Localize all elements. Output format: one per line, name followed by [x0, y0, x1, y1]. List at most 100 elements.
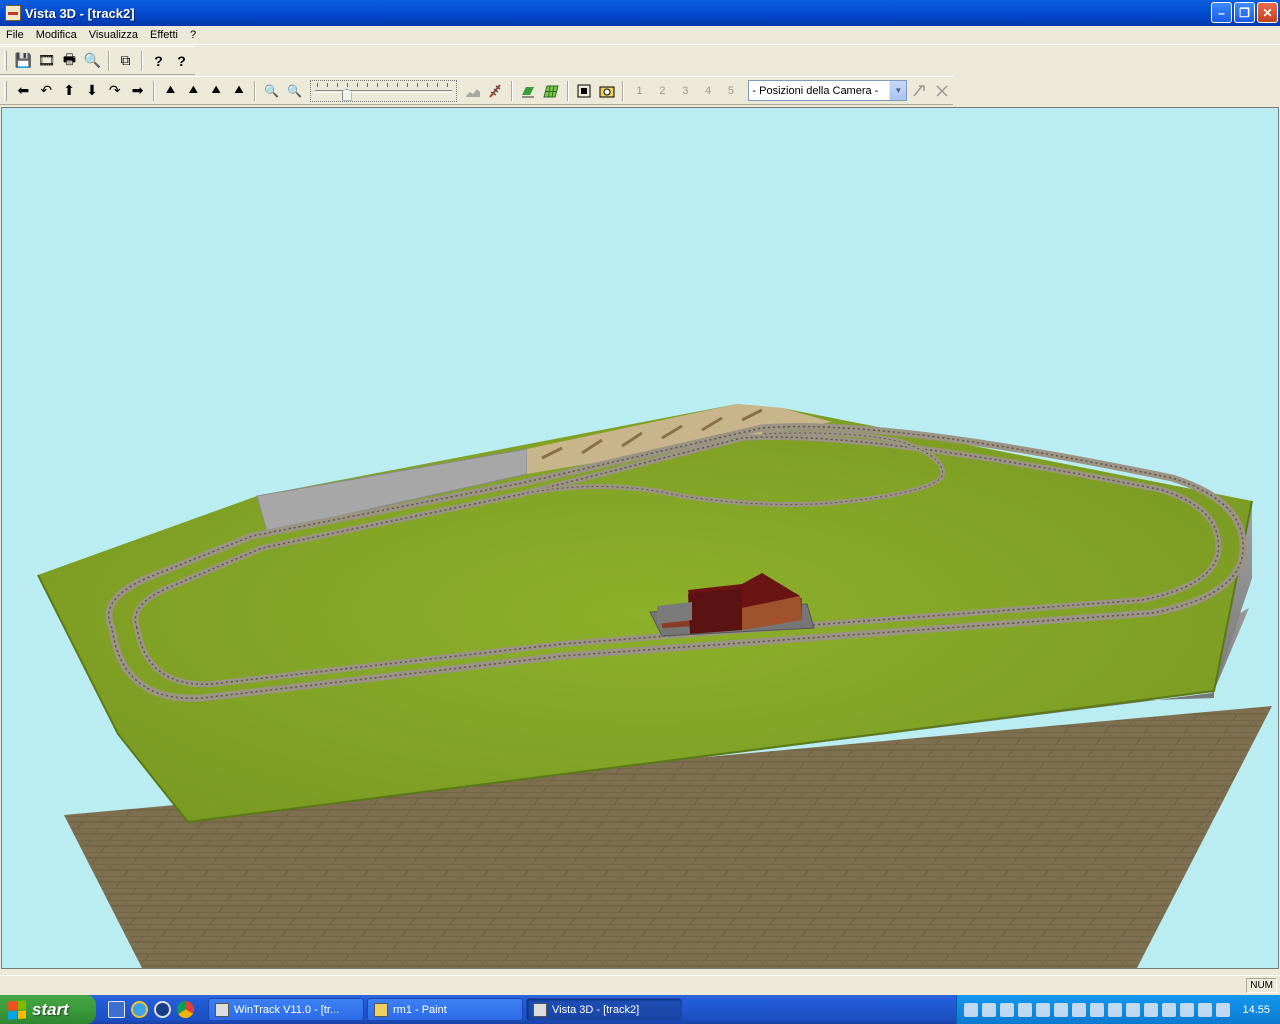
terrain-icon	[465, 88, 480, 97]
save-button[interactable]: 💾	[12, 50, 35, 72]
status-bar: NUM	[0, 975, 1280, 994]
animation-button[interactable]: 🎞	[35, 50, 58, 72]
phone-icon[interactable]	[1216, 1002, 1231, 1017]
menu-file[interactable]: File	[0, 29, 30, 41]
window-controls: – ❐ ✕	[1211, 2, 1278, 23]
menu-effetti[interactable]: Effetti	[144, 29, 184, 41]
zoom-in-icon: 🔍	[287, 83, 303, 98]
taskbar-item-wintrack[interactable]: WinTrack V11.0 - [tr...	[208, 998, 364, 1021]
camera-down-icon: ⛰	[234, 84, 244, 96]
taskbar-item-label: Vista 3D - [track2]	[552, 1003, 640, 1016]
camera-down-button[interactable]: ⛰	[228, 80, 251, 102]
toolbar-grip[interactable]	[4, 50, 7, 71]
quick-launch	[108, 1001, 194, 1018]
toolbar-separator	[108, 50, 110, 71]
move-left-icon: ⬅	[17, 82, 30, 98]
toolbar-separator	[510, 80, 513, 101]
slider-track	[315, 89, 453, 93]
delete-camera-button[interactable]	[930, 80, 953, 102]
taskbar-item-vista3d[interactable]: Vista 3D - [track2]	[526, 998, 682, 1021]
tray-app-icon[interactable]	[1162, 1002, 1177, 1017]
grid-button[interactable]	[540, 80, 563, 102]
move-down-button[interactable]: ⬇	[81, 80, 104, 102]
camera-up-icon: ⛰	[165, 84, 176, 96]
title-bar[interactable]: Vista 3D - [track2] – ❐ ✕	[0, 0, 1280, 26]
app-icon[interactable]	[5, 5, 21, 21]
camera-slot-1-label: 1	[636, 84, 643, 97]
move-left-button[interactable]: ⬅	[12, 80, 35, 102]
camera-slot-2-label: 2	[659, 84, 666, 97]
chrome-icon[interactable]	[177, 1001, 194, 1018]
minimize-button[interactable]: –	[1211, 2, 1232, 23]
volume-icon[interactable]	[1090, 1002, 1105, 1017]
chevron-down-icon[interactable]: ▼	[889, 81, 907, 100]
media-player-icon[interactable]	[154, 1001, 171, 1018]
tray-app-icon[interactable]	[1000, 1002, 1015, 1017]
toolbar-grip[interactable]	[4, 80, 7, 101]
camera-slot-4-button[interactable]: 4	[697, 80, 720, 102]
zoom-slider[interactable]	[310, 79, 458, 102]
help-icon: ?	[154, 52, 163, 69]
signal-icon[interactable]	[1018, 1002, 1033, 1017]
move-up-button[interactable]: ⬆	[58, 80, 81, 102]
tray-app-icon[interactable]	[982, 1002, 997, 1017]
terrain-button[interactable]	[461, 80, 484, 102]
menu-visualizza[interactable]: Visualizza	[83, 29, 144, 41]
tray-app-icon[interactable]	[1054, 1002, 1069, 1017]
num-lock-indicator: NUM	[1246, 977, 1277, 993]
camera-slot-5-label: 5	[727, 84, 735, 97]
show-desktop-icon[interactable]	[108, 1001, 125, 1018]
context-help-button[interactable]: ?	[170, 50, 193, 72]
grid-icon	[543, 85, 559, 97]
move-right-button[interactable]: ➡	[126, 80, 149, 102]
system-tray: 14.55	[956, 995, 1280, 1024]
zoom-in-button[interactable]: 🔍	[283, 80, 306, 102]
help-button[interactable]: ?	[147, 50, 170, 72]
tray-icons	[964, 1002, 1231, 1017]
menu-modifica[interactable]: Modifica	[30, 29, 83, 41]
print-button[interactable]: 🖶	[58, 50, 81, 72]
taskbar-item-paint[interactable]: rm1 - Paint	[367, 998, 523, 1021]
delete-camera-icon	[936, 84, 948, 97]
textures-button[interactable]	[517, 80, 540, 102]
safely-remove-icon[interactable]	[1198, 1002, 1213, 1017]
track-button[interactable]	[484, 80, 507, 102]
fit-view-button[interactable]	[573, 80, 596, 102]
standard-toolbar: 💾 🎞 🖶 🔍 ⧉ ? ?	[0, 46, 195, 75]
start-button[interactable]: start	[0, 995, 96, 1024]
fit-view-icon	[577, 84, 591, 97]
camera-up-button[interactable]: ⛰	[159, 80, 182, 102]
tray-app-icon[interactable]	[1072, 1002, 1087, 1017]
menu-help[interactable]: ?	[184, 29, 202, 41]
add-camera-button[interactable]	[907, 80, 930, 102]
network-icon[interactable]	[964, 1002, 979, 1017]
rotate-left-button[interactable]: ↶	[35, 80, 58, 102]
camera-position-select[interactable]: - Posizioni della Camera - ▼	[748, 80, 908, 101]
camera-slot-2-button[interactable]: 2	[651, 80, 674, 102]
camera-tilt-down-icon: ⛰	[211, 84, 221, 96]
camera-slot-3-button[interactable]: 3	[674, 80, 697, 102]
copy-button[interactable]: ⧉	[114, 50, 137, 72]
camera-tilt-up-button[interactable]: ⛰	[182, 80, 205, 102]
camera-slot-5-button[interactable]: 5	[720, 80, 743, 102]
camera-snapshot-button[interactable]	[595, 80, 618, 102]
toolbar-separator	[141, 50, 143, 71]
tray-app-icon[interactable]	[1108, 1002, 1123, 1017]
3d-viewport[interactable]	[1, 107, 1279, 969]
close-button[interactable]: ✕	[1257, 2, 1278, 23]
tray-app-icon[interactable]	[1144, 1002, 1159, 1017]
rotate-right-button[interactable]: ↷	[103, 80, 126, 102]
windows-logo-icon	[8, 999, 26, 1020]
zoom-out-button[interactable]: 🔍	[260, 80, 283, 102]
print-preview-button[interactable]: 🔍	[81, 50, 104, 72]
taskbar-item-label: WinTrack V11.0 - [tr...	[234, 1003, 340, 1016]
internet-explorer-icon[interactable]	[131, 1001, 148, 1018]
tray-app-icon[interactable]	[1180, 1002, 1195, 1017]
camera-slot-1-button[interactable]: 1	[628, 80, 651, 102]
restore-button[interactable]: ❐	[1234, 2, 1255, 23]
tray-app-icon[interactable]	[1126, 1002, 1141, 1017]
camera-tilt-down-button[interactable]: ⛰	[205, 80, 228, 102]
camera-tilt-up-icon: ⛰	[188, 84, 198, 96]
toolbar-separator	[622, 80, 625, 101]
tray-app-icon[interactable]	[1036, 1002, 1051, 1017]
